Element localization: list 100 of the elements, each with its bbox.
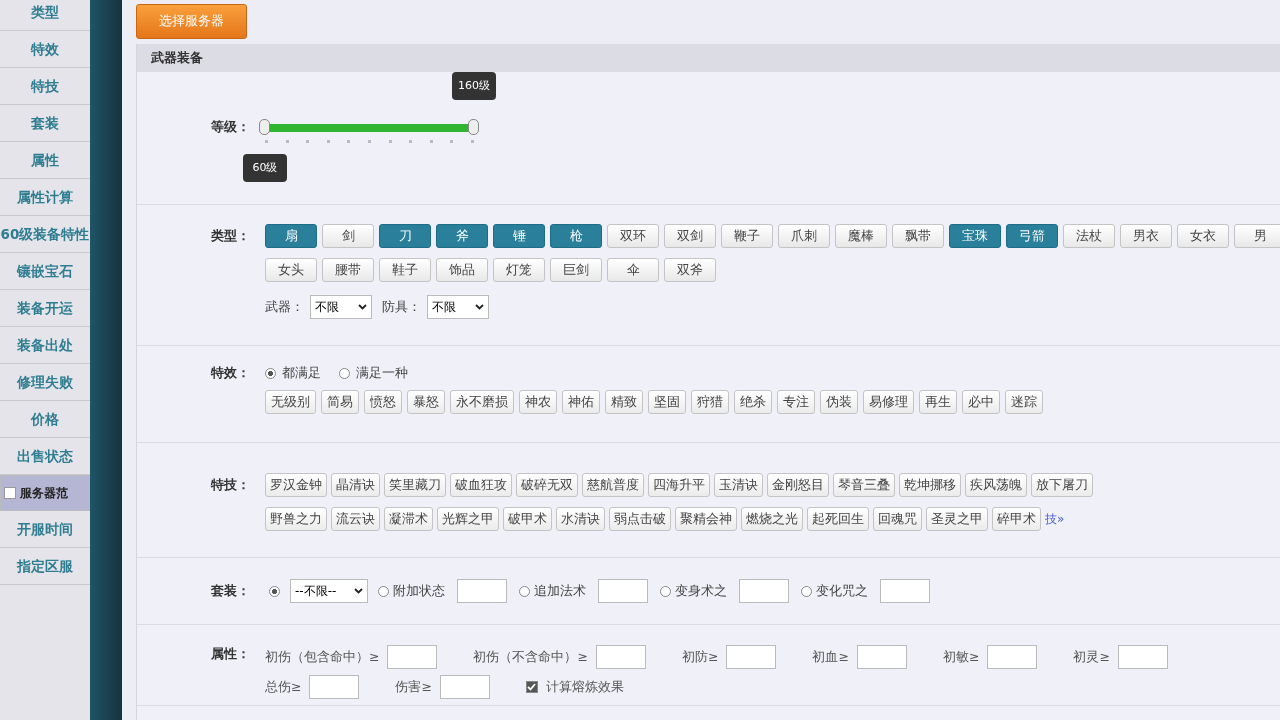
type-toggle[interactable]: 腰带	[322, 258, 374, 282]
type-toggle[interactable]: 双剑	[664, 224, 716, 248]
radio-button[interactable]	[269, 585, 280, 597]
input-field[interactable]	[726, 645, 777, 669]
radio-button[interactable]	[339, 367, 350, 379]
type-toggle[interactable]: 鞋子	[379, 258, 431, 282]
input-field[interactable]	[856, 645, 907, 669]
effect-tag[interactable]: 永不磨损	[450, 390, 514, 414]
skill-tag[interactable]: 晶清诀	[331, 473, 380, 497]
type-toggle[interactable]: 锤	[493, 224, 545, 248]
sidebar-item[interactable]: 服务器范	[0, 475, 90, 511]
skill-tag[interactable]: 野兽之力	[265, 507, 327, 531]
effect-tag[interactable]: 伪装	[820, 390, 858, 414]
skill-tag[interactable]: 破血狂攻	[450, 473, 512, 497]
skill-tag[interactable]: 疾风荡魄	[965, 473, 1027, 497]
effect-tag[interactable]: 愤怒	[364, 390, 402, 414]
radio-button[interactable]	[265, 367, 276, 379]
effect-tag[interactable]: 再生	[919, 390, 957, 414]
skill-tag[interactable]: 水清诀	[556, 507, 605, 531]
input-field[interactable]	[1117, 645, 1168, 669]
check-icon	[527, 683, 537, 691]
type-toggle[interactable]: 魔棒	[835, 224, 887, 248]
type-toggle[interactable]: 爪刺	[778, 224, 830, 248]
input-field[interactable]	[457, 579, 507, 603]
effect-tag[interactable]: 绝杀	[734, 390, 772, 414]
skill-tag[interactable]: 起死回生	[807, 507, 869, 531]
skill-tag[interactable]: 破碎无双	[516, 473, 578, 497]
effect-tag[interactable]: 暴怒	[407, 390, 445, 414]
radio-label: 追加法术	[534, 582, 586, 600]
skill-tag[interactable]: 回魂咒	[873, 507, 922, 531]
type-toggle[interactable]: 法杖	[1063, 224, 1115, 248]
effect-tag[interactable]: 专注	[777, 390, 815, 414]
input-field[interactable]	[387, 645, 438, 669]
type-toggle[interactable]: 刀	[379, 224, 431, 248]
effect-tag[interactable]: 必中	[962, 390, 1000, 414]
skill-tag[interactable]: 碎甲术	[992, 507, 1041, 531]
skill-tag[interactable]: 四海升平	[648, 473, 710, 497]
effect-tag[interactable]: 迷踪	[1005, 390, 1043, 414]
skill-tag[interactable]: 金刚怒目	[767, 473, 829, 497]
effect-tag[interactable]: 精致	[605, 390, 643, 414]
type-toggle[interactable]: 巨剑	[550, 258, 602, 282]
radio-button[interactable]	[660, 585, 671, 597]
effect-tag[interactable]: 无级别	[265, 390, 316, 414]
type-toggle[interactable]: 飘带	[892, 224, 944, 248]
skill-tag[interactable]: 燃烧之光	[741, 507, 803, 531]
skill-tag[interactable]: 罗汉金钟	[265, 473, 327, 497]
more-link[interactable]: 技»	[1045, 507, 1065, 531]
type-toggle[interactable]: 斧	[436, 224, 488, 248]
input-field[interactable]	[439, 675, 490, 699]
effect-tag[interactable]: 神佑	[562, 390, 600, 414]
input-field[interactable]	[880, 579, 930, 603]
skill-tag[interactable]: 笑里藏刀	[384, 473, 446, 497]
effect-tag[interactable]: 神农	[519, 390, 557, 414]
radio-label: 满足一种	[356, 364, 408, 382]
input-field[interactable]	[595, 645, 646, 669]
type-toggle[interactable]: 弓箭	[1006, 224, 1058, 248]
type-toggle[interactable]: 枪	[550, 224, 602, 248]
dropdown[interactable]: 不限	[310, 295, 372, 319]
skill-tag[interactable]: 玉清诀	[714, 473, 763, 497]
type-toggle[interactable]: 双环	[607, 224, 659, 248]
slider-handle[interactable]	[259, 119, 270, 135]
effect-tag[interactable]: 坚固	[648, 390, 686, 414]
type-toggle[interactable]: 女衣	[1177, 224, 1229, 248]
type-toggle[interactable]: 女头	[265, 258, 317, 282]
skill-tag[interactable]: 光辉之甲	[437, 507, 499, 531]
skill-tag[interactable]: 琴音三叠	[833, 473, 895, 497]
effect-tag[interactable]: 狩猎	[691, 390, 729, 414]
slider-handle[interactable]	[468, 119, 479, 135]
skill-tag[interactable]: 凝滞术	[384, 507, 433, 531]
skill-tag[interactable]: 流云诀	[331, 507, 380, 531]
type-toggle[interactable]: 双斧	[664, 258, 716, 282]
input-field[interactable]	[598, 579, 648, 603]
radio-button[interactable]	[801, 585, 812, 597]
skill-tag[interactable]: 弱点击破	[609, 507, 671, 531]
type-toggle[interactable]: 饰品	[436, 258, 488, 282]
collapse-icon[interactable]	[4, 486, 16, 499]
input-field[interactable]	[739, 579, 789, 603]
skill-tag[interactable]: 慈航普度	[582, 473, 644, 497]
skill-tag[interactable]: 乾坤挪移	[899, 473, 961, 497]
effect-tag[interactable]: 简易	[321, 390, 359, 414]
input-field[interactable]	[309, 675, 360, 699]
checkbox[interactable]	[525, 681, 538, 693]
type-toggle[interactable]: 男	[1234, 224, 1280, 248]
radio-button[interactable]	[378, 585, 389, 597]
type-toggle[interactable]: 伞	[607, 258, 659, 282]
skill-tag[interactable]: 破甲术	[503, 507, 552, 531]
skill-tag[interactable]: 放下屠刀	[1031, 473, 1093, 497]
input-field[interactable]	[987, 645, 1038, 669]
dropdown[interactable]: --不限--	[290, 579, 368, 603]
type-toggle[interactable]: 扇	[265, 224, 317, 248]
dropdown[interactable]: 不限	[427, 295, 489, 319]
radio-button[interactable]	[519, 585, 530, 597]
skill-tag[interactable]: 聚精会神	[675, 507, 737, 531]
type-toggle[interactable]: 剑	[322, 224, 374, 248]
skill-tag[interactable]: 圣灵之甲	[926, 507, 988, 531]
type-toggle[interactable]: 男衣	[1120, 224, 1172, 248]
type-toggle[interactable]: 宝珠	[949, 224, 1001, 248]
type-toggle[interactable]: 灯笼	[493, 258, 545, 282]
effect-tag[interactable]: 易修理	[863, 390, 914, 414]
type-toggle[interactable]: 鞭子	[721, 224, 773, 248]
